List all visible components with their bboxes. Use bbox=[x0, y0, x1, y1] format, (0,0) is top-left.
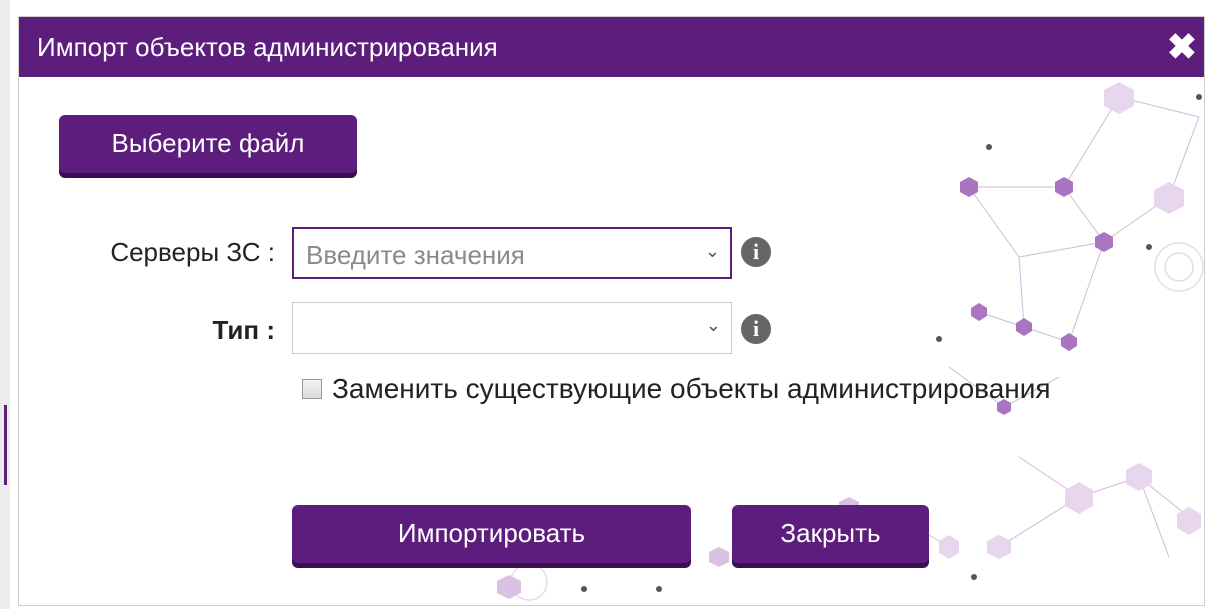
page-edge-accent bbox=[4, 405, 7, 485]
close-icon[interactable]: ✖ bbox=[1164, 27, 1200, 67]
chevron-down-icon: ⌄ bbox=[704, 241, 720, 261]
servers-label: Серверы ЗС : bbox=[110, 237, 275, 267]
dialog-titlebar: Импорт объектов администрирования ✖ bbox=[19, 17, 1204, 77]
replace-objects-label: Заменить существующие объекты администри… bbox=[332, 373, 1051, 404]
info-icon[interactable]: i bbox=[741, 237, 771, 267]
type-label: Тип : bbox=[212, 315, 275, 345]
close-button[interactable]: Закрыть bbox=[732, 505, 929, 563]
servers-select[interactable]: Введите значения ⌄ bbox=[292, 227, 732, 279]
dialog-title: Импорт объектов администрирования bbox=[37, 32, 498, 62]
choose-file-button[interactable]: Выберите файл bbox=[59, 115, 357, 173]
import-dialog: Импорт объектов администрирования ✖ Выбе… bbox=[18, 16, 1205, 606]
import-button[interactable]: Импортировать bbox=[292, 505, 691, 563]
chevron-down-icon: ⌄ bbox=[705, 315, 721, 335]
type-select[interactable]: ⌄ bbox=[292, 302, 732, 354]
servers-placeholder: Введите значения bbox=[306, 240, 525, 270]
page-background-edge bbox=[0, 0, 10, 609]
replace-objects-checkbox[interactable] bbox=[302, 379, 322, 399]
info-icon[interactable]: i bbox=[741, 314, 771, 344]
